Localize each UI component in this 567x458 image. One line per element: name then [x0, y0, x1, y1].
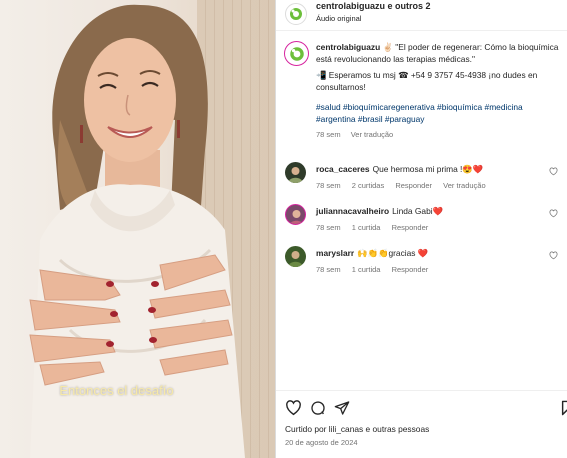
comment-text: 🙌👏👏gracias ❤️ — [357, 248, 429, 258]
caption-avatar[interactable] — [284, 41, 309, 66]
caption-hashtags[interactable]: #salud #bioquímicaregenerativa #bioquími… — [316, 102, 564, 125]
comment-likes[interactable]: 1 curtida — [352, 223, 381, 232]
comment-text-row: roca_caceres Que hermosa mi prima !😍❤️ — [316, 164, 483, 175]
comment-time[interactable]: 78 sem — [316, 265, 341, 274]
post-author-title[interactable]: centrolabiguazu e outros 2 — [316, 1, 431, 11]
comment-text-row: maryslarr 🙌👏👏gracias ❤️ — [316, 248, 428, 259]
video-player[interactable]: Entonces el desafío — [0, 0, 275, 458]
comment-like-heart-icon[interactable] — [549, 167, 558, 176]
heart-icon[interactable] — [285, 400, 302, 416]
post-header: centrolabiguazu e outros 2 Áudio origina… — [276, 0, 567, 31]
caption-contact: 📲 Esperamos tu msj ☎ +54 9 3757 45-4938 … — [316, 70, 538, 92]
comment-avatar[interactable] — [285, 204, 306, 225]
caption-time[interactable]: 78 sem — [316, 130, 341, 139]
comment-username[interactable]: juliannacavalheiro — [316, 206, 389, 216]
bookmark-icon[interactable] — [561, 400, 567, 416]
post-footer: Curtido por lili_canas e outras pessoas … — [276, 390, 567, 458]
comment-username[interactable]: roca_caceres — [316, 164, 370, 174]
brand-logo-icon — [289, 46, 304, 61]
caption-translate-link[interactable]: Ver tradução — [351, 130, 394, 139]
comment-translate-link[interactable]: Ver tradução — [443, 181, 486, 190]
comment-reply-button[interactable]: Responder — [395, 181, 432, 190]
comment-text: Que hermosa mi prima !😍❤️ — [372, 164, 484, 174]
comment-icon[interactable] — [310, 400, 326, 416]
comment-likes[interactable]: 1 curtida — [352, 265, 381, 274]
comment-reply-button[interactable]: Responder — [392, 223, 429, 232]
audio-label[interactable]: Áudio original — [316, 14, 361, 23]
comment-avatar[interactable] — [285, 162, 306, 183]
avatar-image — [288, 167, 303, 183]
comment-avatar[interactable] — [285, 246, 306, 267]
comment-like-heart-icon[interactable] — [549, 209, 558, 218]
comment-text-row: juliannacavalheiro Linda Gabi❤️ — [316, 206, 443, 217]
comment-time[interactable]: 78 sem — [316, 223, 341, 232]
avatar-image — [289, 210, 304, 224]
caption-meta: 78 sem Ver tradução — [316, 130, 401, 139]
comment-username[interactable]: maryslarr — [316, 248, 354, 258]
post-side-panel: centrolabiguazu e outros 2 Áudio origina… — [275, 0, 567, 458]
avatar-image — [288, 251, 303, 267]
post-caption: centrolabiguazu ✌🏻 "El poder de regenera… — [276, 31, 567, 156]
video-subtitle: Entonces el desafío — [59, 383, 174, 398]
comment-meta: 78 sem 1 curtida Responder — [316, 265, 437, 274]
comment-meta: 78 sem 2 curtidas Responder Ver tradução — [316, 181, 495, 190]
caption-username[interactable]: centrolabiguazu — [316, 42, 380, 52]
comment-reply-button[interactable]: Responder — [392, 265, 429, 274]
share-icon[interactable] — [334, 400, 350, 416]
comment-time[interactable]: 78 sem — [316, 181, 341, 190]
comment-meta: 78 sem 1 curtida Responder — [316, 223, 437, 232]
comment-likes[interactable]: 2 curtidas — [352, 181, 385, 190]
post-date[interactable]: 20 de agosto de 2024 — [285, 438, 358, 447]
comment-like-heart-icon[interactable] — [549, 251, 558, 260]
brand-logo-avatar[interactable] — [285, 3, 307, 25]
liked-by-text[interactable]: Curtido por lili_canas e outras pessoas — [285, 424, 429, 434]
brand-logo-icon — [290, 8, 302, 20]
comment-text: Linda Gabi❤️ — [392, 206, 444, 216]
